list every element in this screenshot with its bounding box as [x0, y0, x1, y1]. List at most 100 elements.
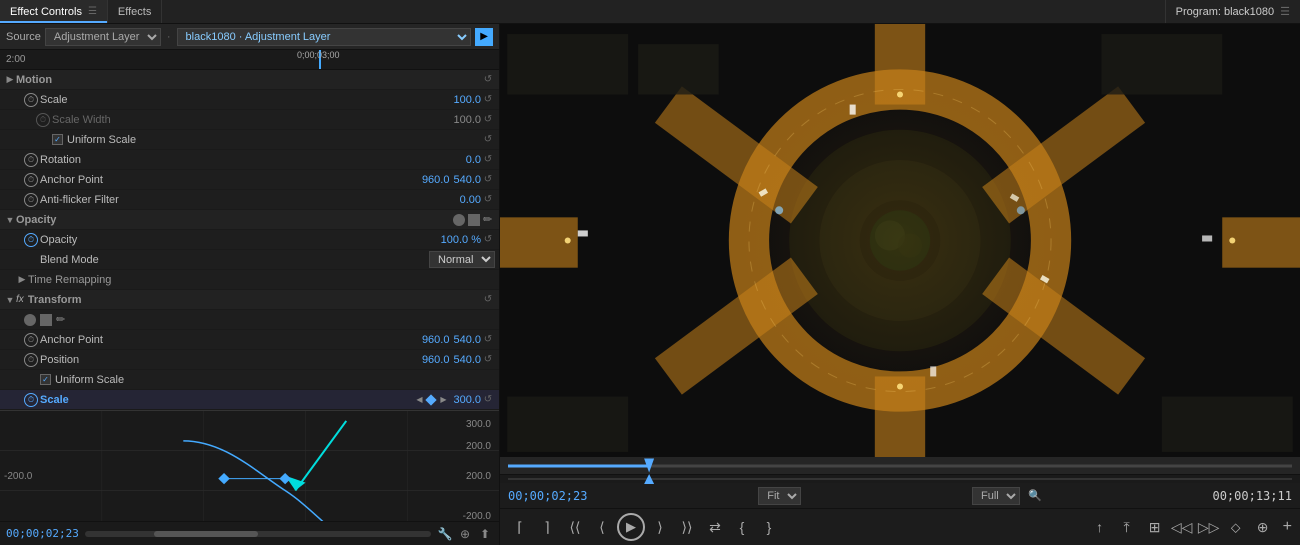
ruler-bar: 0;00;03;00 [50, 50, 499, 69]
scale-reset[interactable]: ↺ [481, 93, 495, 107]
anchor-reset[interactable]: ↺ [481, 173, 495, 187]
scale-width-value[interactable]: 100.0 [453, 114, 481, 126]
transform-position-stopwatch[interactable]: ⏱ [24, 353, 38, 367]
arrow-button[interactable]: ▶ [475, 28, 493, 46]
add-controls-btn[interactable]: + [1283, 518, 1292, 536]
source-select[interactable]: Adjustment Layer [45, 28, 161, 46]
motion-toggle[interactable]: ▶ [4, 74, 16, 86]
motion-group-header[interactable]: ▶ Motion ↺ [0, 70, 499, 90]
opacity-reset[interactable]: ↺ [481, 233, 495, 247]
time-remapping-toggle[interactable]: ▶ [16, 274, 28, 286]
rotation-reset[interactable]: ↺ [481, 153, 495, 167]
transform-group-header[interactable]: ▼ fx Transform ↺ [0, 290, 499, 310]
keyframe-nav: ◀ ▶ [413, 394, 449, 406]
circle-icon[interactable] [453, 214, 465, 226]
monitor-timecode-right[interactable]: 00;00;13;11 [1212, 489, 1291, 503]
add-marker-btn[interactable]: ⬦ [1224, 515, 1248, 539]
transform-uniform-checkbox[interactable] [40, 374, 51, 385]
rotation-value[interactable]: 0.0 [466, 154, 481, 166]
step-back-btn[interactable]: ⟨ [590, 515, 614, 539]
tab-effect-controls-label: Effect Controls [10, 6, 82, 18]
effect-controls-menu-icon[interactable]: ☰ [88, 6, 97, 17]
mini-scrollbar[interactable] [85, 531, 431, 537]
transform-position-x[interactable]: 960.0 [422, 354, 450, 366]
lift-btn[interactable]: ↑ [1088, 515, 1112, 539]
go-to-in-btn[interactable]: ⟨⟨ [563, 515, 587, 539]
fit-select[interactable]: Fit [758, 487, 801, 505]
tab-effect-controls[interactable]: Effect Controls ☰ [0, 0, 108, 23]
kf-next-btn[interactable]: ▶ [437, 394, 449, 406]
anchor-stopwatch[interactable]: ⏱ [24, 173, 38, 187]
opacity-stopwatch[interactable]: ⏱ [24, 233, 38, 247]
antiflicker-reset[interactable]: ↺ [481, 193, 495, 207]
transform-square-icon[interactable] [40, 314, 52, 326]
anchor-y[interactable]: 540.0 [453, 174, 481, 186]
scale-width-reset[interactable]: ↺ [481, 113, 495, 127]
anchor-x[interactable]: 960.0 [422, 174, 450, 186]
square-icon[interactable] [468, 214, 480, 226]
transform-position-reset[interactable]: ↺ [481, 353, 495, 367]
layer-select[interactable]: black1080 · Adjustment Layer [177, 28, 472, 46]
opacity-label: Opacity [40, 234, 437, 246]
go-to-out-btn[interactable]: ⟩⟩ [675, 515, 699, 539]
pen-icon[interactable]: ✏ [483, 214, 495, 226]
monitor-progress-bar[interactable] [500, 457, 1300, 475]
transform-reset[interactable]: ↺ [481, 293, 495, 307]
left-controls: ⌈ ⌉ [508, 515, 559, 539]
transform-pen-icon[interactable]: ✏ [56, 314, 68, 326]
transform-scale-reset[interactable]: ↺ [481, 393, 495, 407]
rotation-stopwatch[interactable]: ⏱ [24, 153, 38, 167]
scale-width-stopwatch[interactable]: ⏱ [36, 113, 50, 127]
transform-scale-label: Scale [40, 394, 409, 406]
step-fwd-btn[interactable]: ⟩ [648, 515, 672, 539]
opacity-group-header[interactable]: ▼ Opacity ✏ [0, 210, 499, 230]
transform-anchor-reset[interactable]: ↺ [481, 333, 495, 347]
filter-icon[interactable]: ⊕ [457, 526, 473, 542]
antiflicker-value[interactable]: 0.00 [460, 194, 481, 206]
timeline-bottom: 00;00;02;23 🔧 ⊕ ⬆ [0, 521, 499, 545]
anchor-point-row: ⏱ Anchor Point 960.0 540.0 ↺ [0, 170, 499, 190]
keyframe-diamond[interactable] [426, 394, 437, 405]
trim-next-btn[interactable]: ▷▷ [1197, 515, 1221, 539]
scale-stopwatch[interactable]: ⏱ [24, 93, 38, 107]
mark-out-btn[interactable]: ⌉ [535, 515, 559, 539]
blend-mode-label: Blend Mode [40, 254, 429, 266]
bottom-timecode[interactable]: 00;00;02;23 [6, 527, 79, 540]
transform-anchor-x[interactable]: 960.0 [422, 334, 450, 346]
opacity-toggle[interactable]: ▼ [4, 214, 16, 226]
play-btn[interactable]: ▶ [617, 513, 645, 541]
fx-label: fx [16, 294, 24, 305]
motion-reset[interactable]: ↺ [481, 73, 495, 87]
antiflicker-stopwatch[interactable]: ⏱ [24, 193, 38, 207]
overwrite-btn[interactable]: } [757, 515, 781, 539]
transform-position-y[interactable]: 540.0 [453, 354, 481, 366]
transform-anchor-y[interactable]: 540.0 [453, 334, 481, 346]
edit-controls: ⇄ { } [703, 515, 781, 539]
transform-circle-icon[interactable] [24, 314, 36, 326]
kf-prev-btn[interactable]: ◀ [413, 394, 425, 406]
transform-toggle[interactable]: ▼ [4, 294, 16, 306]
wrench-icon[interactable]: 🔧 [437, 526, 453, 542]
export-frame-btn[interactable]: ⊞ [1143, 515, 1167, 539]
trim-prev-btn[interactable]: ◁◁ [1170, 515, 1194, 539]
tab-effects[interactable]: Effects [108, 0, 162, 23]
add-to-seq-btn[interactable]: ⊕ [1251, 515, 1275, 539]
transform-anchor-stopwatch[interactable]: ⏱ [24, 333, 38, 347]
scale-value[interactable]: 100.0 [453, 94, 481, 106]
uniform-scale-reset[interactable]: ↺ [481, 133, 495, 147]
monitor-controls: ⌈ ⌉ ⟨⟨ ⟨ ▶ ⟩ ⟩⟩ ⇄ { } ↑ ⤒ ⊞ [500, 509, 1300, 545]
uniform-scale-checkbox[interactable] [52, 134, 63, 145]
transform-scale-value[interactable]: 300.0 [453, 394, 481, 406]
full-select[interactable]: Full [972, 487, 1020, 505]
monitor-timecode-left[interactable]: 00;00;02;23 [508, 489, 587, 503]
extract-btn[interactable]: ⤒ [1115, 515, 1139, 539]
mark-in-btn[interactable]: ⌈ [508, 515, 532, 539]
insert-btn[interactable]: { [730, 515, 754, 539]
program-monitor-menu-icon[interactable]: ☰ [1280, 5, 1290, 18]
shuttle-btn[interactable]: ⇄ [703, 515, 727, 539]
transform-anchor-label: Anchor Point [40, 334, 418, 346]
transform-scale-stopwatch[interactable]: ⏱ [24, 393, 38, 407]
opacity-value[interactable]: 100.0 % [441, 234, 481, 246]
blend-mode-select[interactable]: Normal [429, 251, 495, 268]
export-icon[interactable]: ⬆ [477, 526, 493, 542]
